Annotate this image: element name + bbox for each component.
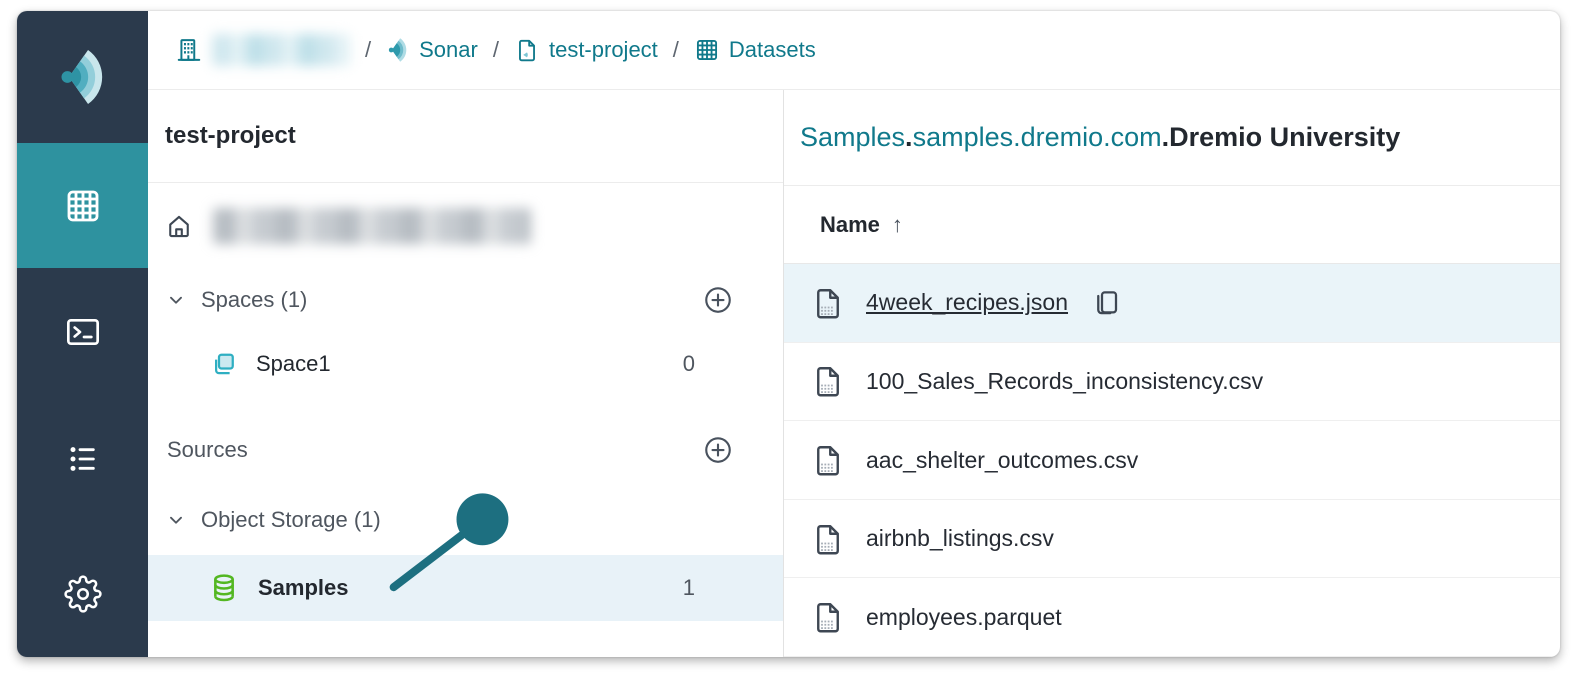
dremio-app-window: / Sonar / test-project /: [17, 11, 1560, 657]
copy-path-button[interactable]: [1090, 287, 1122, 319]
add-source-button[interactable]: [703, 435, 733, 465]
sources-label: Sources: [167, 437, 248, 463]
copy-icon: [1090, 287, 1122, 319]
file-icon: [810, 521, 846, 557]
breadcrumb-sonar-label: Sonar: [419, 37, 478, 63]
jobs-list-icon: [62, 439, 104, 479]
home-name-redacted: [213, 208, 531, 244]
space1-item[interactable]: Space1 0: [148, 341, 783, 387]
sidebar-item-jobs[interactable]: [17, 395, 148, 522]
breadcrumb-separator: /: [491, 37, 501, 63]
spaces-label: Spaces (1): [201, 287, 307, 313]
project-title: test-project: [165, 122, 296, 150]
breadcrumb-org[interactable]: [175, 34, 350, 66]
breadcrumb-datasets-label: Datasets: [729, 37, 816, 63]
breadcrumb: / Sonar / test-project /: [148, 11, 1560, 90]
file-link[interactable]: 4week_recipes.json: [866, 289, 1068, 316]
org-name-redacted: [212, 34, 350, 66]
sonar-logo-icon: [57, 42, 109, 112]
path-dot: .: [905, 122, 913, 153]
space-icon: [208, 349, 238, 379]
content-split: test-project Spaces (1): [148, 90, 1560, 657]
samples-label: Samples: [258, 575, 349, 601]
main-area: / Sonar / test-project /: [148, 11, 1560, 657]
screenshot-stage: / Sonar / test-project /: [0, 0, 1584, 682]
settings-gear-icon: [64, 575, 102, 613]
file-name[interactable]: aac_shelter_outcomes.csv: [866, 447, 1138, 474]
table-row[interactable]: employees.parquet: [784, 578, 1560, 657]
file-icon: [810, 285, 846, 321]
breadcrumb-project[interactable]: test-project: [514, 36, 658, 64]
home-item[interactable]: [148, 199, 783, 253]
samples-source-item[interactable]: Samples 1: [148, 555, 783, 621]
space1-count: 0: [683, 351, 695, 377]
object-storage-row[interactable]: Object Storage (1): [148, 497, 783, 543]
sidebar-spacer: [17, 522, 148, 530]
project-icon: [514, 36, 540, 64]
samples-count: 1: [683, 575, 695, 601]
object-storage-label: Object Storage (1): [201, 507, 381, 533]
resource-tree: Spaces (1) Space1 0: [148, 183, 783, 657]
sql-runner-icon: [62, 312, 104, 352]
name-column-header[interactable]: Name ↑: [784, 186, 1560, 264]
path-segment-current-folder: Dremio University: [1169, 122, 1400, 153]
table-row[interactable]: airbnb_listings.csv: [784, 500, 1560, 579]
home-icon: [165, 212, 193, 240]
file-icon: [810, 442, 846, 478]
dremio-logo[interactable]: [17, 11, 148, 143]
sidebar-item-settings[interactable]: [17, 530, 148, 657]
spaces-section-row[interactable]: Spaces (1): [148, 277, 783, 323]
breadcrumb-sonar[interactable]: Sonar: [386, 35, 478, 65]
sidebar-item-sql-runner[interactable]: [17, 268, 148, 395]
table-row[interactable]: 100_Sales_Records_inconsistency.csv: [784, 343, 1560, 422]
breadcrumb-separator: /: [671, 37, 681, 63]
chevron-down-icon[interactable]: [165, 509, 187, 531]
datasets-icon: [694, 37, 720, 63]
breadcrumb-datasets[interactable]: Datasets: [694, 37, 816, 63]
sidebar-item-datasets[interactable]: [17, 143, 148, 268]
file-icon: [810, 599, 846, 635]
building-icon: [175, 36, 203, 64]
database-icon: [208, 572, 240, 604]
dataset-listing-panel: Samples.samples.dremio.com.Dremio Univer…: [784, 90, 1560, 657]
table-row[interactable]: aac_shelter_outcomes.csv: [784, 421, 1560, 500]
sort-ascending-icon: ↑: [892, 212, 903, 238]
sources-section-row: Sources: [148, 427, 783, 473]
plus-circle-icon: [703, 435, 733, 465]
name-column-label: Name: [820, 212, 880, 238]
path-segment-bucket[interactable]: samples.dremio.com: [913, 122, 1162, 153]
breadcrumb-separator: /: [363, 37, 373, 63]
plus-circle-icon: [703, 285, 733, 315]
path-dot: .: [1162, 122, 1170, 153]
space1-label: Space1: [256, 351, 331, 377]
table-row[interactable]: 4week_recipes.json: [784, 264, 1560, 343]
project-tree-panel: test-project Spaces (1): [148, 90, 784, 657]
file-name[interactable]: employees.parquet: [866, 604, 1062, 631]
left-nav-rail: [17, 11, 148, 657]
path-segment-samples[interactable]: Samples: [800, 122, 905, 153]
chevron-down-icon[interactable]: [165, 289, 187, 311]
breadcrumb-project-label: test-project: [549, 37, 658, 63]
project-header: test-project: [148, 90, 783, 183]
file-icon: [810, 363, 846, 399]
file-name[interactable]: airbnb_listings.csv: [866, 525, 1054, 552]
add-space-button[interactable]: [703, 285, 733, 315]
datasets-grid-icon: [63, 186, 103, 226]
file-name[interactable]: 100_Sales_Records_inconsistency.csv: [866, 368, 1263, 395]
sonar-icon: [386, 35, 410, 65]
dataset-path-header: Samples.samples.dremio.com.Dremio Univer…: [784, 90, 1560, 186]
